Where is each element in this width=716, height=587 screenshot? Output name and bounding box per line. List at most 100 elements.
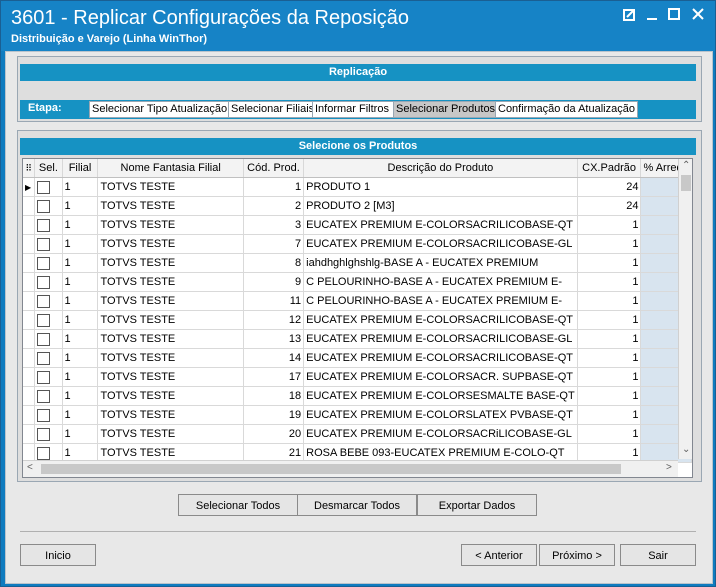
proximo-button[interactable]: Próximo > (539, 544, 615, 566)
cell-descricao: EUCATEX PREMIUM E-COLORSACRILICOBASE-QT (303, 348, 578, 368)
table-row[interactable]: 1 TOTVS TESTE 7 EUCATEX PREMIUM E-COLORSACR… (23, 234, 692, 254)
cell-nome-fantasia: TOTVS TESTE (97, 310, 244, 330)
window-subtitle: Distribuição e Varejo (Linha WinThor) (11, 33, 208, 45)
row-checkbox[interactable] (34, 310, 63, 330)
row-checkbox[interactable] (34, 177, 63, 197)
row-checkbox[interactable] (34, 424, 63, 444)
maximize-icon[interactable] (665, 7, 683, 25)
cell-nome-fantasia: TOTVS TESTE (97, 272, 244, 292)
deselect-all-button[interactable]: Desmarcar Todos (297, 494, 417, 516)
step-selecionar-tipo[interactable]: Selecionar Tipo Atualização (89, 101, 230, 118)
row-indicator (23, 310, 36, 330)
produtos-grid[interactable]: ⠿ Sel. Filial Nome Fantasia Filial Cód. … (22, 158, 693, 478)
row-checkbox[interactable] (34, 272, 63, 292)
close-icon[interactable] (689, 7, 707, 25)
table-row[interactable]: 1 TOTVS TESTE 17 EUCATEX PREMIUM E-COLORSAC… (23, 367, 692, 387)
checkbox[interactable] (37, 446, 51, 460)
step-selecionar-produtos[interactable]: Selecionar Produtos (393, 101, 497, 118)
vertical-scroll-thumb[interactable] (681, 175, 691, 191)
step-selecionar-filiais[interactable]: Selecionar Filiais (228, 101, 314, 118)
export-data-button[interactable]: Exportar Dados (417, 494, 537, 516)
checkbox[interactable] (37, 256, 51, 270)
checkbox[interactable] (37, 218, 51, 232)
checkbox[interactable] (37, 332, 51, 346)
checkbox[interactable] (37, 408, 51, 422)
step-informar-filtros[interactable]: Informar Filtros (312, 101, 395, 118)
cell-nome-fantasia: TOTVS TESTE (97, 291, 244, 311)
column-header-cod-prod[interactable]: Cód. Prod. (243, 159, 305, 178)
cell-cx-padrao: 24 (577, 177, 642, 197)
checkbox[interactable] (37, 370, 51, 384)
row-checkbox[interactable] (34, 386, 63, 406)
table-row[interactable]: 1 TOTVS TESTE 19 EUCATEX PREMIUM E-COLORSLA… (23, 405, 692, 425)
anterior-button[interactable]: < Anterior (461, 544, 537, 566)
etapa-label: Etapa: (28, 102, 62, 114)
cell-nome-fantasia: TOTVS TESTE (97, 177, 244, 197)
row-checkbox[interactable] (34, 348, 63, 368)
row-indicator (23, 424, 36, 444)
table-row[interactable]: 1 TOTVS TESTE 12 EUCATEX PREMIUM E-COLORSAC… (23, 310, 692, 330)
row-indicator (23, 253, 36, 273)
minimize-icon[interactable] (643, 7, 661, 25)
scroll-left-icon[interactable]: < (27, 462, 33, 473)
row-checkbox[interactable] (34, 234, 63, 254)
window-title: 3601 - Replicar Configurações da Reposiç… (11, 7, 410, 29)
scroll-down-icon[interactable]: ⌄ (682, 444, 690, 455)
horizontal-scroll-thumb[interactable] (41, 464, 621, 474)
title-bar[interactable]: 3601 - Replicar Configurações da Reposiç… (1, 1, 715, 51)
checkbox[interactable] (37, 275, 51, 289)
row-indicator: ▶ (23, 177, 36, 197)
table-row[interactable]: 1 TOTVS TESTE 11 C PELOURINHO-BASE A - EUCA… (23, 291, 692, 311)
vertical-scrollbar[interactable]: ⌃ ⌄ (678, 159, 692, 459)
cell-descricao: PRODUTO 1 (303, 177, 578, 197)
cell-nome-fantasia: TOTVS TESTE (97, 386, 244, 406)
cell-nome-fantasia: TOTVS TESTE (97, 196, 244, 216)
column-header-cx-padrao[interactable]: CX.Padrão (577, 159, 642, 178)
inicio-button[interactable]: Inicio (20, 544, 96, 566)
horizontal-scrollbar[interactable]: < > (23, 460, 678, 477)
scroll-up-icon[interactable]: ⌃ (682, 160, 690, 171)
cell-descricao: EUCATEX PREMIUM E-COLORSACRiLICOBASE-GL (303, 424, 578, 444)
checkbox[interactable] (37, 237, 51, 251)
cell-cx-padrao: 1 (577, 405, 642, 425)
checkbox[interactable] (37, 427, 51, 441)
cell-filial: 1 (62, 177, 99, 197)
checkbox[interactable] (37, 389, 51, 403)
row-checkbox[interactable] (34, 253, 63, 273)
table-row[interactable]: 1 TOTVS TESTE 20 EUCATEX PREMIUM E-COLORSAC… (23, 424, 692, 444)
checkbox[interactable] (37, 180, 51, 194)
column-header-filial[interactable]: Filial (62, 159, 99, 178)
row-checkbox[interactable] (34, 196, 63, 216)
checkbox[interactable] (37, 199, 51, 213)
column-header-nome-fantasia[interactable]: Nome Fantasia Filial (97, 159, 244, 178)
column-header-sel[interactable]: Sel. (34, 159, 63, 178)
row-checkbox[interactable] (34, 367, 63, 387)
checkbox[interactable] (37, 313, 51, 327)
cell-filial: 1 (62, 196, 99, 216)
checkbox[interactable] (37, 294, 51, 308)
checkbox[interactable] (37, 351, 51, 365)
table-row[interactable]: ▶ 1 TOTVS TESTE 1 PRODUTO 1 24 (23, 177, 692, 197)
table-row[interactable]: 1 TOTVS TESTE 3 EUCATEX PREMIUM E-COLORSACR… (23, 215, 692, 235)
sair-button[interactable]: Sair (620, 544, 696, 566)
row-checkbox[interactable] (34, 405, 63, 425)
row-checkbox[interactable] (34, 291, 63, 311)
cell-descricao: iahdhghlghshlg-BASE A - EUCATEX PREMIUM (303, 253, 578, 273)
table-row[interactable]: 1 TOTVS TESTE 2 PRODUTO 2 [M3] 24 (23, 196, 692, 216)
restore-icon[interactable] (621, 7, 639, 25)
step-confirmacao[interactable]: Confirmação da Atualização (495, 101, 638, 118)
row-checkbox[interactable] (34, 329, 63, 349)
table-row[interactable]: 1 TOTVS TESTE 8 iahdhghlghshlg-BASE A - EUC… (23, 253, 692, 273)
row-checkbox[interactable] (34, 215, 63, 235)
select-all-button[interactable]: Selecionar Todos (178, 494, 298, 516)
table-row[interactable]: 1 TOTVS TESTE 9 C PELOURINHO-BASE A - EUCAT… (23, 272, 692, 292)
table-row[interactable]: 1 TOTVS TESTE 18 EUCATEX PREMIUM E-COLORSES… (23, 386, 692, 406)
replicacao-header: Replicação (20, 64, 696, 81)
table-row[interactable]: 1 TOTVS TESTE 13 EUCATEX PREMIUM E-COLORSAC… (23, 329, 692, 349)
cell-descricao: EUCATEX PREMIUM E-COLORSLATEX PVBASE-QT (303, 405, 578, 425)
column-header-descricao[interactable]: Descrição do Produto (303, 159, 578, 178)
row-indicator (23, 215, 36, 235)
cell-cod-prod: 8 (243, 253, 305, 273)
table-row[interactable]: 1 TOTVS TESTE 14 EUCATEX PREMIUM E-COLORSAC… (23, 348, 692, 368)
scroll-right-icon[interactable]: > (666, 462, 672, 473)
